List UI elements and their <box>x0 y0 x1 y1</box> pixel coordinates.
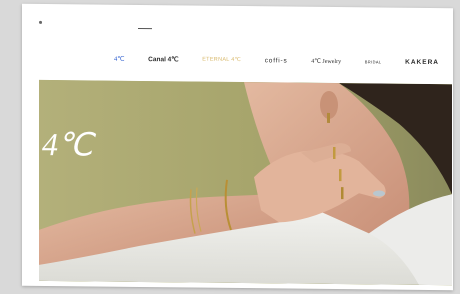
browser-page: 4℃ Canal 4℃ ETERNAL 4℃ coffi-s 4℃ Jewelr… <box>22 3 453 291</box>
menu-bar-icon[interactable] <box>138 27 152 30</box>
nav-item-4c[interactable]: 4℃ <box>114 55 125 63</box>
nav-item-coffi[interactable]: coffi-s <box>265 57 288 65</box>
nav-item-eternal-4c[interactable]: ETERNAL 4℃ <box>202 57 241 64</box>
nav-item-4c-jewelry[interactable]: 4℃ Jewelry <box>311 59 341 65</box>
hero-banner[interactable]: 4℃ <box>39 79 452 286</box>
brand-nav: 4℃ Canal 4℃ ETERNAL 4℃ coffi-s 4℃ Jewelr… <box>114 53 439 70</box>
nav-item-canal-4c[interactable]: Canal 4℃ <box>148 56 178 64</box>
top-dot-icon <box>39 20 42 24</box>
nav-item-bridal[interactable]: BRIDAL <box>365 59 382 64</box>
nav-item-kakera[interactable]: KAKERA <box>405 59 439 67</box>
hero-brand-logo: 4℃ <box>42 125 92 163</box>
hero-photo <box>39 79 452 286</box>
